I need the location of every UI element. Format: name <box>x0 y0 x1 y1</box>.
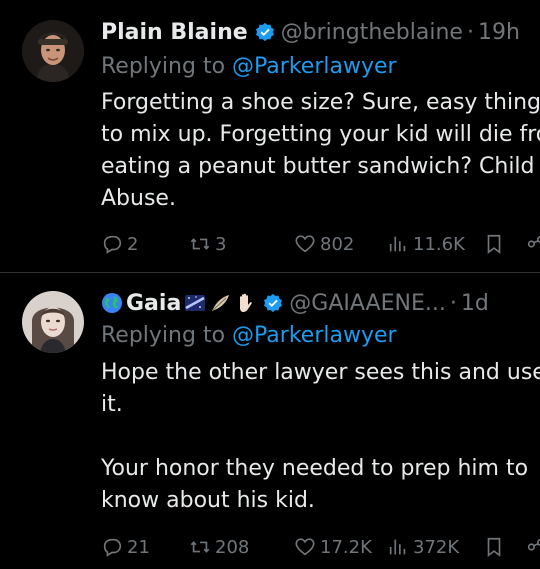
reply-count: 21 <box>127 536 150 558</box>
tweet-header: Plain Blaine @bringtheblaine · 19h <box>101 16 520 48</box>
author-name[interactable]: Gaia <box>126 291 181 316</box>
retweet-button[interactable]: 208 <box>189 532 249 562</box>
bookmark-button[interactable] <box>483 532 505 562</box>
retweet-icon <box>190 541 210 553</box>
tweet[interactable]: Gaia @GAIAAENE... · 1d Replying to @Park… <box>0 273 540 569</box>
reply-button[interactable]: 21 <box>101 532 150 562</box>
heart-icon <box>295 235 315 253</box>
tweet-text: Hope the other lawyer sees this and use … <box>101 360 540 513</box>
globe-icon <box>102 293 122 313</box>
replying-to: Replying to @Parkerlawyer <box>101 54 397 79</box>
reply-count: 2 <box>127 233 139 255</box>
replying-to-link[interactable]: @Parkerlawyer <box>232 54 397 79</box>
views-button[interactable]: 11.6K <box>387 229 465 259</box>
like-count: 17.2K <box>320 536 372 558</box>
replying-to: Replying to @Parkerlawyer <box>101 323 397 348</box>
bookmark-icon <box>487 234 501 254</box>
share-icon <box>527 538 540 551</box>
share-button[interactable] <box>525 229 540 259</box>
timestamp[interactable]: 19h <box>478 20 520 45</box>
tweet-text: Forgetting a shoe size? Sure, easy thing… <box>101 90 540 211</box>
like-button[interactable]: 17.2K <box>294 532 372 562</box>
share-icon <box>527 235 540 248</box>
milky-way-icon <box>185 295 206 311</box>
avatar[interactable] <box>22 291 84 353</box>
views-count: 372K <box>413 536 460 558</box>
tweet-header: Gaia @GAIAAENE... · 1d <box>101 287 489 319</box>
share-button[interactable] <box>525 532 540 562</box>
like-count: 802 <box>320 233 355 255</box>
views-button[interactable]: 372K <box>387 532 459 562</box>
avatar[interactable] <box>22 20 84 82</box>
verified-badge-icon[interactable] <box>263 293 283 313</box>
views-count: 11.6K <box>413 233 465 255</box>
retweet-count: 3 <box>215 233 227 255</box>
reply-button[interactable]: 2 <box>101 229 138 259</box>
author-name[interactable]: Plain Blaine <box>101 20 248 45</box>
heart-icon <box>295 538 315 556</box>
replying-prefix: Replying to <box>101 54 233 79</box>
reply-icon <box>103 235 122 254</box>
bookmark-button[interactable] <box>483 229 505 259</box>
timestamp[interactable]: 1d <box>461 291 489 316</box>
author-handle[interactable]: @bringtheblaine <box>281 20 463 45</box>
retweet-count: 208 <box>215 536 250 558</box>
replying-prefix: Replying to <box>101 323 233 348</box>
like-button[interactable]: 802 <box>294 229 354 259</box>
verified-badge-icon[interactable] <box>255 22 275 42</box>
feather-icon <box>211 295 230 312</box>
separator: · <box>449 290 457 316</box>
separator: · <box>466 19 474 45</box>
views-icon <box>389 539 406 555</box>
replying-to-link[interactable]: @Parkerlawyer <box>232 323 397 348</box>
views-icon <box>389 236 406 252</box>
retweet-icon <box>190 238 210 250</box>
author-handle[interactable]: @GAIAAENE... <box>289 291 446 316</box>
bookmark-icon <box>487 537 501 557</box>
retweet-button[interactable]: 3 <box>189 229 226 259</box>
reply-icon <box>103 538 122 557</box>
raised-hand-icon <box>240 293 253 312</box>
tweet[interactable]: Plain Blaine @bringtheblaine · 19h Reply… <box>0 0 540 272</box>
